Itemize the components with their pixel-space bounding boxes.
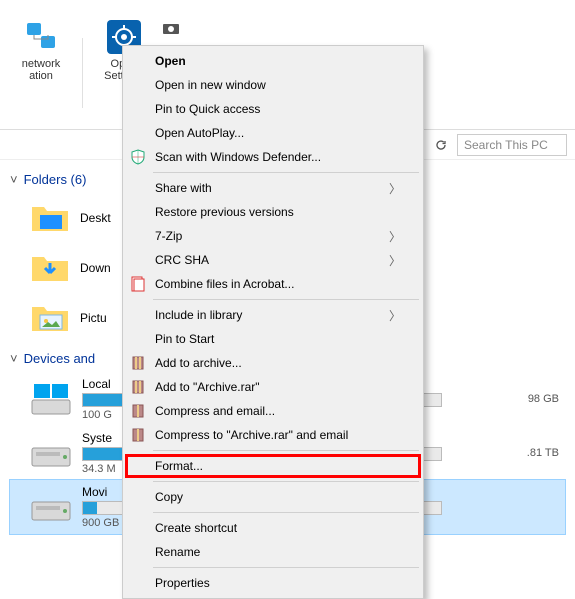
folder-icon: [30, 201, 70, 235]
cm-separator: [153, 299, 419, 300]
chevron-down-icon: ˅: [10, 351, 18, 366]
chevron-right-icon: 〉: [389, 307, 401, 324]
cm-crc-sha[interactable]: CRC SHA〉: [125, 248, 421, 272]
network-label-2: ation: [29, 70, 53, 82]
cm-include-library[interactable]: Include in library〉: [125, 303, 421, 327]
cm-open-new-window[interactable]: Open in new window: [125, 73, 421, 97]
search-placeholder: Search This PC: [464, 138, 548, 152]
search-input[interactable]: Search This PC: [457, 134, 567, 156]
chevron-right-icon: 〉: [389, 180, 401, 197]
cm-separator: [153, 450, 419, 451]
drive-right-text: .81 TB: [527, 447, 565, 459]
context-menu: Open Open in new window Pin to Quick acc…: [122, 45, 424, 599]
cm-pin-quick-access[interactable]: Pin to Quick access: [125, 97, 421, 121]
drive-icon: [30, 488, 72, 526]
folder-label: Down: [80, 261, 111, 275]
network-label-1: network: [22, 58, 61, 70]
cm-add-archive[interactable]: Add to archive...: [125, 351, 421, 375]
folder-download-icon: [30, 251, 70, 285]
camera-icon: [162, 20, 180, 38]
folders-section-label: Folders (6): [24, 172, 87, 187]
cm-share-with[interactable]: Share with〉: [125, 176, 421, 200]
pdf-icon: [130, 276, 146, 292]
chevron-right-icon: 〉: [389, 228, 401, 245]
cm-copy[interactable]: Copy: [125, 485, 421, 509]
network-icon: [24, 20, 58, 54]
cm-scan-defender[interactable]: Scan with Windows Defender...: [125, 145, 421, 169]
cm-separator: [153, 567, 419, 568]
cm-rename[interactable]: Rename: [125, 540, 421, 564]
cm-restore-previous[interactable]: Restore previous versions: [125, 200, 421, 224]
chevron-right-icon: 〉: [389, 252, 401, 269]
cm-combine-acrobat[interactable]: Combine files in Acrobat...: [125, 272, 421, 296]
folder-label: Deskt: [80, 211, 111, 225]
shield-icon: [130, 149, 146, 165]
cm-pin-start[interactable]: Pin to Start: [125, 327, 421, 351]
network-button[interactable]: network ation: [12, 20, 70, 108]
drive-os-icon: [30, 380, 72, 418]
cm-separator: [153, 172, 419, 173]
cm-separator: [153, 512, 419, 513]
cm-compress-email[interactable]: Compress and email...: [125, 399, 421, 423]
folder-label: Pictu: [80, 311, 107, 325]
chevron-down-icon: ˅: [10, 172, 18, 187]
drive-right-text: 98 GB: [528, 393, 565, 405]
devices-section-label: Devices and: [24, 351, 96, 366]
cm-separator: [153, 481, 419, 482]
archive-icon: [130, 355, 146, 371]
cm-create-shortcut[interactable]: Create shortcut: [125, 516, 421, 540]
ribbon-separator: [82, 38, 83, 108]
cm-7zip[interactable]: 7-Zip〉: [125, 224, 421, 248]
cm-open-autoplay[interactable]: Open AutoPlay...: [125, 121, 421, 145]
archive-icon: [130, 379, 146, 395]
cm-format[interactable]: Format...: [125, 454, 421, 478]
cm-open[interactable]: Open: [125, 49, 421, 73]
folder-pictures-icon: [30, 301, 70, 335]
archive-mail-icon: [130, 427, 146, 443]
cm-compress-rar-email[interactable]: Compress to "Archive.rar" and email: [125, 423, 421, 447]
cm-properties[interactable]: Properties: [125, 571, 421, 595]
refresh-button[interactable]: [431, 135, 451, 155]
archive-mail-icon: [130, 403, 146, 419]
drive-icon: [30, 434, 72, 472]
cm-add-archive-rar[interactable]: Add to "Archive.rar": [125, 375, 421, 399]
